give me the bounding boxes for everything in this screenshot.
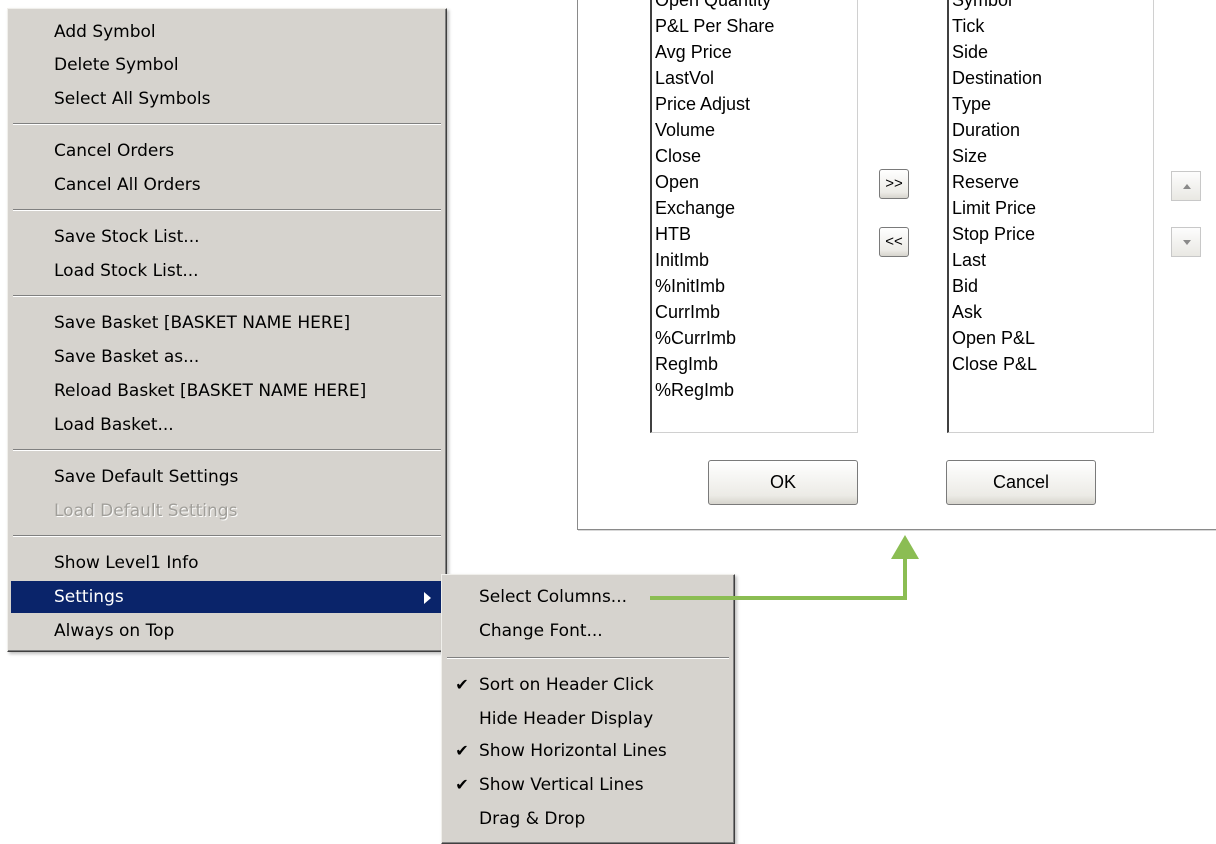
callout-arrow-line bbox=[650, 557, 907, 600]
callout-arrow bbox=[650, 535, 919, 600]
callout-arrow-head-icon bbox=[891, 535, 919, 559]
